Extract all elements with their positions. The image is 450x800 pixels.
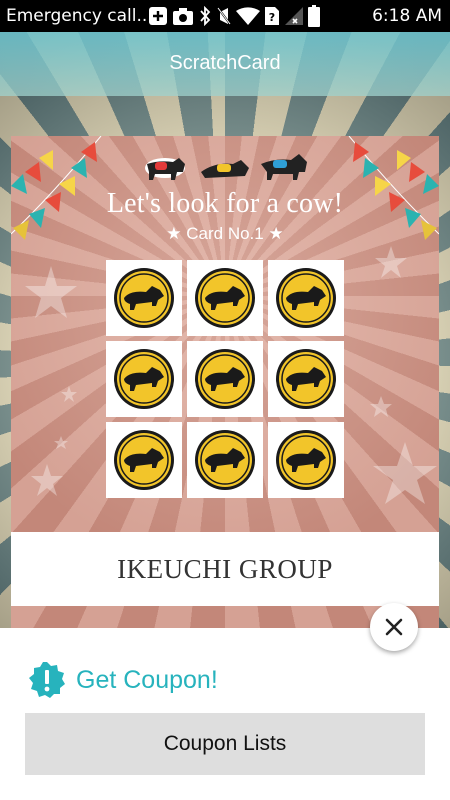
scratch-cell[interactable] xyxy=(187,260,263,336)
scratch-cell[interactable] xyxy=(106,422,182,498)
bluetooth-icon xyxy=(200,6,211,26)
brand-strip: IKEUCHI GROUP xyxy=(11,532,439,606)
clock: 6:18 AM xyxy=(372,6,442,26)
scratch-cell[interactable] xyxy=(106,341,182,417)
status-icons: ? xyxy=(148,5,324,27)
scratch-cell[interactable] xyxy=(187,422,263,498)
scratch-grid xyxy=(106,260,344,498)
close-icon xyxy=(385,618,403,636)
carrier-label: Emergency call... xyxy=(6,6,153,26)
scratch-cell[interactable] xyxy=(106,260,182,336)
cow-coin-icon xyxy=(276,349,336,409)
cows-illustration xyxy=(145,154,307,180)
app-title: ScratchCard xyxy=(169,52,281,74)
signal-icon xyxy=(285,7,303,25)
close-button[interactable] xyxy=(370,603,418,651)
cow-coin-icon xyxy=(276,430,336,490)
scratch-cell[interactable] xyxy=(268,422,344,498)
cow-coin-icon xyxy=(114,430,174,490)
status-bar: Emergency call... ? 6:18 AM xyxy=(0,0,450,32)
scratch-cell[interactable] xyxy=(268,260,344,336)
camera-icon xyxy=(173,8,193,25)
coupon-lists-button[interactable]: Coupon Lists xyxy=(25,713,425,775)
cow-coin-icon xyxy=(276,268,336,328)
brand-name: IKEUCHI GROUP xyxy=(117,554,333,584)
cow-coin-icon xyxy=(195,430,255,490)
cow-coin-icon xyxy=(114,268,174,328)
unknown-sim-icon: ? xyxy=(265,7,279,25)
wifi-icon xyxy=(236,7,260,25)
svg-text:?: ? xyxy=(269,11,275,24)
exclamation-badge-icon xyxy=(29,662,65,698)
card-heading: Let's look for a cow! xyxy=(106,188,344,219)
get-coupon-label: Get Coupon! xyxy=(76,665,218,694)
get-coupon-row[interactable]: Get Coupon! xyxy=(28,660,218,700)
battery-icon xyxy=(308,5,320,27)
card-number: ★ Card No.1 ★ xyxy=(166,224,284,243)
mute-icon xyxy=(217,7,231,25)
app-area: ScratchCard Let's look for a cow! ★ Card… xyxy=(0,32,450,628)
add-icon xyxy=(149,7,167,25)
cow-coin-icon xyxy=(195,268,255,328)
scratch-cell[interactable] xyxy=(268,341,344,417)
cow-coin-icon xyxy=(195,349,255,409)
scratch-cell[interactable] xyxy=(187,341,263,417)
scratch-card: Let's look for a cow! ★ Card No.1 ★ IKEU… xyxy=(11,136,439,628)
cow-coin-icon xyxy=(114,349,174,409)
app-bar: ScratchCard xyxy=(0,32,450,96)
